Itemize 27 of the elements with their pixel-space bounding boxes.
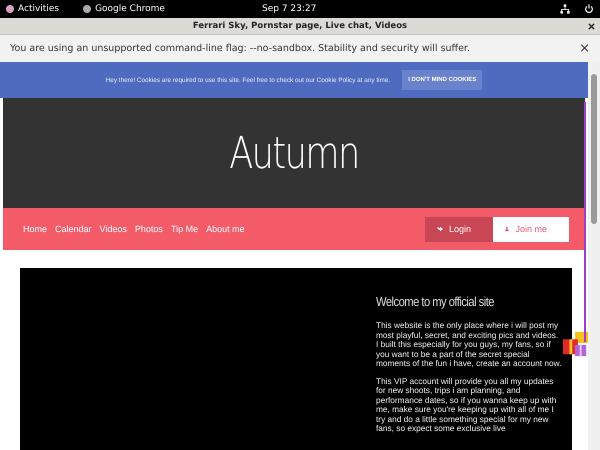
window-title: Ferrari Sky, Pornstar page, Live chat, Videos	[192, 21, 408, 31]
user-icon	[505, 224, 510, 234]
nav-link[interactable]: Home	[23, 224, 48, 234]
close-button[interactable]: ×	[579, 41, 590, 56]
join-button[interactable]: Join me	[493, 216, 569, 242]
nav-link[interactable]: Tip Me	[170, 224, 198, 234]
paragraph: This VIP account will provide you all my updates for new shoots, trips i am planning, and performance dates, so if you wanna keep up with me, make sure you're keeping up with all of me I try and do a little something special for my new fans, so expect some exclusive live	[376, 376, 558, 434]
paragraph: This website is the only place where i will post my most playful, secret, and exciting pics and videos. I built this especially for you guys, my fans, so if you want to be a part of the secret special moments of the fun i have, create an account now.	[376, 321, 562, 368]
site-title: Autumn	[229, 128, 359, 178]
nav-link[interactable]: Videos	[100, 224, 127, 234]
nav-link[interactable]: Photos	[134, 224, 163, 234]
close-icon[interactable]	[588, 22, 595, 30]
scrollbar[interactable]	[588, 62, 600, 450]
activities-button[interactable]: Activities	[18, 4, 60, 14]
clock[interactable]: Sep 7 23:27	[262, 4, 316, 14]
gift-icon[interactable]	[562, 330, 588, 358]
network-icon[interactable]	[560, 4, 570, 14]
nav-link[interactable]: About me	[206, 224, 245, 234]
warning-message: You are using an unsupported command-line flag: --no-sandbox. Stability and security will suffer.	[10, 43, 470, 54]
scrollbar-thumb[interactable]	[591, 74, 597, 224]
arrow-icon	[437, 224, 443, 234]
app-menu[interactable]: Google Chrome	[95, 4, 165, 14]
activities-icon	[6, 5, 14, 13]
power-icon[interactable]	[584, 4, 594, 14]
welcome-heading: Welcome to my official site	[376, 294, 495, 309]
login-button[interactable]: Login	[425, 216, 493, 242]
nav-link[interactable]: Calendar	[55, 224, 92, 234]
